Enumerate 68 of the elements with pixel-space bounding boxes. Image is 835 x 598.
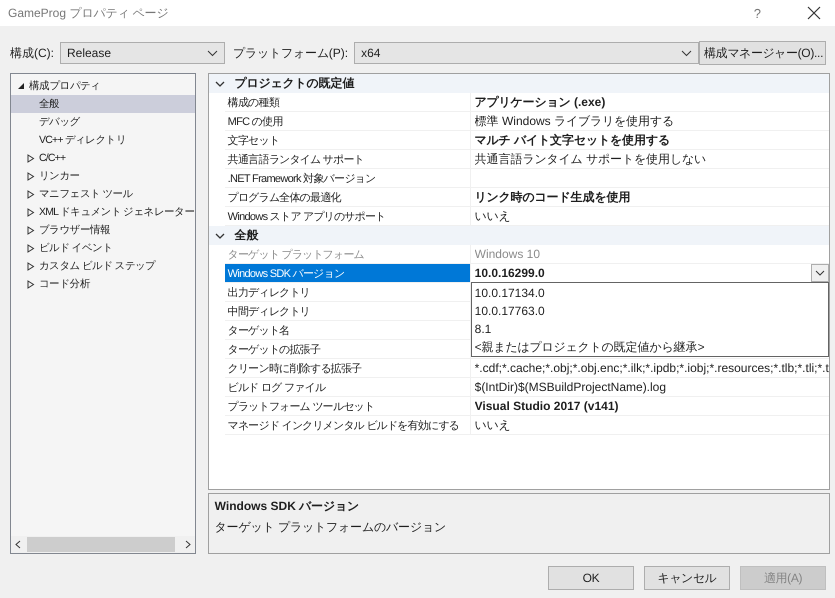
property-name[interactable]: ビルド ログ ファイル xyxy=(224,378,471,396)
description-title: Windows SDK バージョン xyxy=(214,498,360,515)
description-text: ターゲット プラットフォームのバージョン xyxy=(214,519,447,536)
property-name[interactable]: MFC の使用 xyxy=(224,112,471,130)
property-name[interactable]: プログラム全体の最適化 xyxy=(224,188,471,206)
chevron-icon xyxy=(681,50,692,56)
property-name[interactable]: ターゲットの拡張子 xyxy=(224,340,471,358)
horizontal-scrollbar[interactable] xyxy=(11,536,195,553)
property-name[interactable]: 共通言語ランタイム サポート xyxy=(224,150,471,168)
property-name[interactable]: ターゲット名 xyxy=(224,321,471,339)
dropdown-option[interactable]: 10.0.17134.0 xyxy=(472,284,828,302)
property-value: 標準 Windows ライブラリを使用する xyxy=(474,112,674,130)
expanded-triangle-icon xyxy=(17,82,25,90)
property-value: *.cdf;*.cache;*.obj;*.obj.enc;*.ilk;*.ipdb;*.iobj;*.resources;*.tlb;*.tli;*.t xyxy=(474,361,829,375)
property-name[interactable]: 中間ディレクトリ xyxy=(224,302,471,320)
property-value: $(IntDir)$(MSBuildProjectName).log xyxy=(474,380,666,394)
property-name[interactable]: Windows ストア アプリのサポート xyxy=(224,207,471,225)
property-name[interactable]: 構成の種類 xyxy=(224,93,471,111)
dialog-button[interactable]: キャンセル xyxy=(644,566,730,590)
close-icon[interactable] xyxy=(807,6,821,20)
property-name[interactable]: Windows SDK バージョン xyxy=(224,264,471,282)
property-value: マルチ バイト文字セットを使用する xyxy=(474,132,670,148)
configuration-label: 構成(C): xyxy=(10,44,54,62)
dropdown-option[interactable]: 10.0.17763.0 xyxy=(472,302,828,320)
tree-item[interactable]: 全般 xyxy=(11,95,195,113)
section-header[interactable]: プロジェクトの既定値 xyxy=(208,74,829,93)
configuration-dropdown[interactable]: Release xyxy=(60,42,225,64)
property-value: 10.0.16299.0 xyxy=(474,266,545,280)
property-name[interactable]: 文字セット xyxy=(224,131,471,149)
configuration-manager-button[interactable]: 構成マネージャー(O)... xyxy=(699,41,826,65)
tree-item[interactable]: VC++ ディレクトリ xyxy=(11,131,195,149)
scroll-right-icon[interactable] xyxy=(184,540,191,549)
property-name[interactable]: マネージド インクリメンタル ビルドを有効にする xyxy=(224,416,471,434)
help-button[interactable]: ? xyxy=(748,4,767,22)
chevron-icon xyxy=(214,80,225,86)
platform-label: プラットフォーム(P): xyxy=(232,44,348,62)
window-title: GameProg プロパティ ページ xyxy=(8,4,170,22)
scroll-left-icon[interactable] xyxy=(15,540,21,549)
dropdown-option[interactable]: <親またはプロジェクトの既定値から継承> xyxy=(472,338,828,356)
tree-item[interactable]: マニフェスト ツール xyxy=(11,185,195,203)
tree-item[interactable]: デバッグ xyxy=(11,113,195,131)
chevron-icon xyxy=(206,50,218,56)
platform-dropdown[interactable]: x64 xyxy=(354,42,699,64)
property-name[interactable]: .NET Framework 対象バージョン xyxy=(224,169,471,187)
property-name[interactable]: プラットフォーム ツールセット xyxy=(224,397,471,415)
dropdown-option[interactable]: 8.1 xyxy=(472,320,828,338)
chevron-icon xyxy=(814,270,825,276)
tree-item[interactable]: 構成プロパティ xyxy=(11,77,195,95)
dialog-button[interactable]: OK xyxy=(548,566,634,590)
tree-item[interactable]: XML ドキュメント ジェネレーター xyxy=(11,203,195,221)
property-value: Windows 10 xyxy=(474,247,540,261)
property-value: いいえ xyxy=(474,208,511,224)
chevron-icon xyxy=(214,232,225,238)
section-header[interactable]: 全般 xyxy=(208,226,829,245)
tree-item[interactable]: カスタム ビルド ステップ xyxy=(11,257,195,275)
property-value: 共通言語ランタイム サポートを使用しない xyxy=(474,150,706,168)
property-name[interactable]: 出力ディレクトリ xyxy=(224,283,471,301)
property-value: アプリケーション (.exe) xyxy=(474,94,606,110)
property-value: Visual Studio 2017 (v141) xyxy=(474,399,618,413)
tree-item[interactable]: リンカー xyxy=(11,167,195,185)
tree-item[interactable]: C/C++ xyxy=(11,149,195,167)
tree-item[interactable]: ビルド イベント xyxy=(11,239,195,257)
tree-item[interactable]: ブラウザー情報 xyxy=(11,221,195,239)
property-name[interactable]: クリーン時に削除する拡張子 xyxy=(224,359,471,377)
property-value: いいえ xyxy=(474,416,511,434)
property-value: リンク時のコード生成を使用 xyxy=(474,188,631,206)
tree-item[interactable]: コード分析 xyxy=(11,275,195,293)
dropdown-button[interactable] xyxy=(810,264,829,282)
